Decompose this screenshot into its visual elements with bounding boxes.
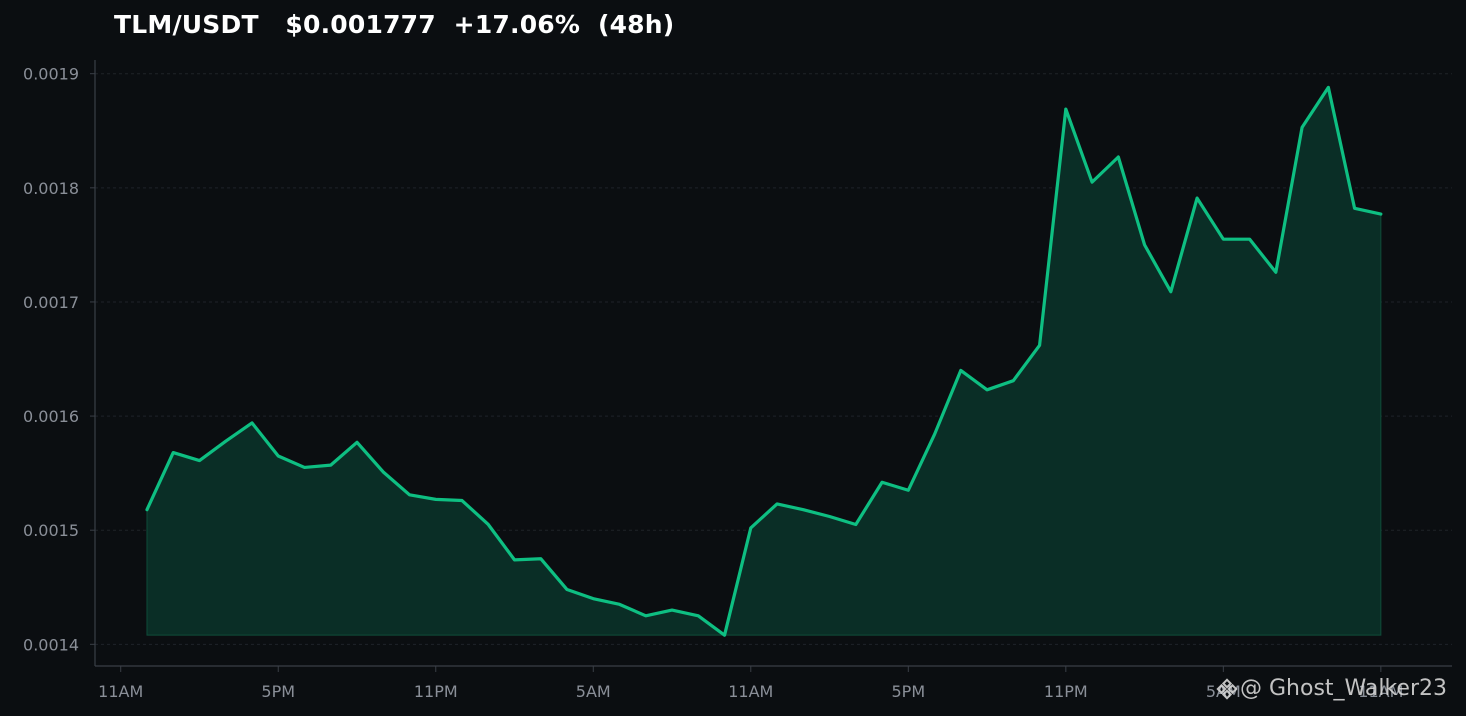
x-tick-label: 11AM (98, 682, 143, 701)
x-tick-label: 11PM (414, 682, 458, 701)
chart-page: TLM/USDT $0.001777 +17.06% (48h) 0.0014 0… (0, 0, 1466, 716)
watermark-text: @ Ghost_Walker23 (1240, 676, 1448, 701)
area-fill (146, 86, 1382, 637)
y-tick-label: 0.0014 (23, 635, 79, 654)
y-tick-label: 0.0019 (23, 65, 79, 84)
area-fill-layer (146, 86, 1382, 637)
y-axis-ticks: 0.0014 0.0015 0.0016 0.0017 0.0018 0.0019 (23, 65, 95, 654)
x-tick-label: 5PM (891, 682, 925, 701)
x-axis-ticks: 11AM 5PM 11PM 5AM 11AM 5PM 11PM 5AM 11AM (98, 666, 1403, 701)
y-tick-label: 0.0018 (23, 179, 79, 198)
y-tick-label: 0.0017 (23, 293, 79, 312)
price-area-chart: 0.0014 0.0015 0.0016 0.0017 0.0018 0.0019 11A… (23, 60, 1452, 701)
x-tick-label: 11PM (1044, 682, 1088, 701)
binance-logo-icon (1216, 677, 1238, 700)
y-tick-label: 0.0015 (23, 521, 79, 540)
x-tick-label: 11AM (728, 682, 773, 701)
watermark: @ Ghost_Walker23 (1216, 676, 1447, 701)
y-tick-label: 0.0016 (23, 407, 79, 426)
x-tick-label: 5AM (576, 682, 611, 701)
x-tick-label: 5PM (261, 682, 295, 701)
